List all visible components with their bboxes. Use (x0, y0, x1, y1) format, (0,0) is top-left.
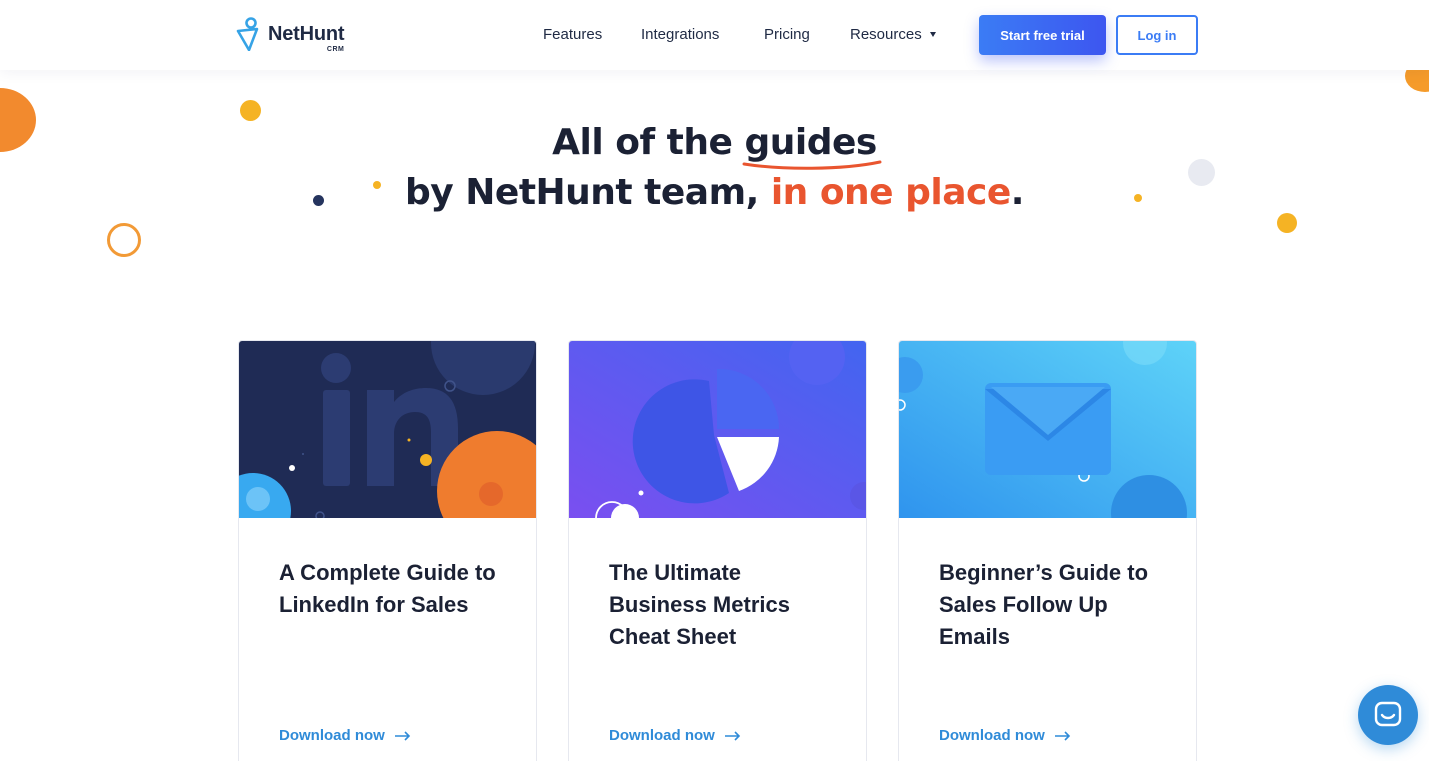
hero-highlight: guides (742, 118, 882, 170)
arrow-right-icon (394, 730, 410, 741)
logo-mark-icon (236, 17, 259, 51)
site-header: NetHunt CRM Features Integrations Pricin… (0, 0, 1429, 70)
guide-card-linkedin[interactable]: A Complete Guide to LinkedIn for Sales D… (238, 340, 537, 761)
nethunt-logo[interactable]: NetHunt CRM (236, 17, 345, 53)
guide-card-metrics[interactable]: The Ultimate Business Metrics Cheat Shee… (568, 340, 867, 761)
underline-swoosh-icon (742, 160, 882, 170)
nav-features[interactable]: Features (543, 26, 602, 43)
arrow-right-icon (1054, 730, 1070, 741)
hero-line-1-text: All of the (552, 122, 745, 163)
start-free-trial-button[interactable]: Start free trial (979, 15, 1106, 55)
chat-launcher-button[interactable] (1358, 685, 1418, 745)
hero-heading: All of the guides by NetHunt team, in on… (0, 118, 1429, 218)
logo-name: NetHunt (268, 23, 345, 45)
envelope-illustration (899, 341, 1196, 518)
pie-chart-illustration (569, 341, 866, 518)
log-in-button[interactable]: Log in (1116, 15, 1198, 55)
card-title: A Complete Guide to LinkedIn for Sales (279, 560, 496, 617)
download-now-label: Download now (279, 727, 385, 744)
hero-highlight-text: guides (744, 122, 877, 163)
hero-accent-text: in one place (770, 172, 1011, 213)
nav-integrations[interactable]: Integrations (641, 26, 719, 43)
download-now-label: Download now (609, 727, 715, 744)
download-now-link[interactable]: Download now (939, 727, 1071, 744)
download-now-link[interactable]: Download now (279, 727, 411, 744)
hero-line-2: by NetHunt team, in one place. (0, 168, 1429, 218)
caret-down-icon (929, 31, 936, 37)
hero-line-2-text: by NetHunt team, (405, 172, 771, 213)
hero-line-1: All of the guides (0, 118, 1429, 170)
chat-icon (1374, 701, 1402, 727)
download-now-link[interactable]: Download now (609, 727, 741, 744)
hero-period: . (1010, 172, 1025, 213)
logo-crm: CRM (326, 46, 345, 53)
arrow-right-icon (724, 730, 740, 741)
nav-resources[interactable]: Resources (850, 26, 936, 43)
card-title: The Ultimate Business Metrics Cheat Shee… (609, 560, 790, 649)
card-title: Beginner’s Guide to Sales Follow Up Emai… (939, 560, 1149, 649)
guide-card-follow-up[interactable]: Beginner’s Guide to Sales Follow Up Emai… (898, 340, 1197, 761)
nav-resources-label: Resources (850, 26, 922, 43)
linkedin-logo-illustration (239, 341, 536, 518)
download-now-label: Download now (939, 727, 1045, 744)
decorative-orange-ring (107, 223, 141, 257)
nav-pricing[interactable]: Pricing (764, 26, 810, 43)
